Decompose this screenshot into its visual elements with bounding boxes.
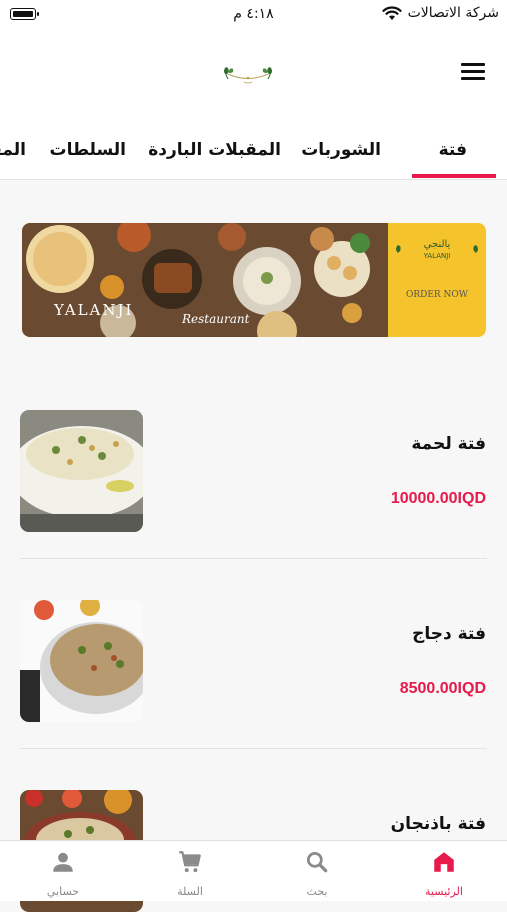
nav-home-label: الرئيسية: [425, 885, 463, 898]
cart-icon: [179, 851, 201, 873]
tab-hot-appetizers[interactable]: المقبلات الحارة: [0, 140, 26, 160]
yalanji-leaf-logo: [224, 67, 272, 84]
nav-search-label: بحث: [306, 885, 328, 898]
tab-salads[interactable]: السلطات: [50, 140, 126, 160]
nav-account-label: حسابي: [46, 885, 80, 898]
search-icon: [306, 851, 328, 873]
banner-logo-latin: YALANJI: [423, 252, 451, 260]
active-tab-indicator: [412, 174, 496, 178]
item-name: فتة لحمة: [411, 434, 486, 454]
nav-search[interactable]: بحث: [254, 841, 380, 901]
category-tabs: فتة الشوربات المقبلات الباردة السلطات ال…: [0, 116, 507, 180]
item-image: [20, 600, 143, 722]
banner-brand-sub: Restaurant: [181, 312, 250, 326]
menu-item[interactable]: فتة لحمة 10000.00IQD: [20, 410, 486, 532]
app-header: [0, 30, 507, 116]
nav-cart[interactable]: السلة: [127, 841, 253, 901]
status-bar: ٤:١٨ م شركة الاتصالات: [0, 0, 507, 30]
item-name: فتة دجاج: [412, 624, 486, 644]
home-icon: [434, 852, 454, 872]
promo-banner[interactable]: YALANJI Restaurant يالنجي YALANJI ORDER …: [22, 223, 486, 337]
item-price: 10000.00IQD: [390, 490, 486, 507]
tab-fatteh[interactable]: فتة: [439, 140, 467, 160]
banner-image: YALANJI Restaurant يالنجي YALANJI ORDER …: [22, 223, 486, 337]
banner-brand: YALANJI: [53, 301, 133, 319]
tab-cold-appetizers[interactable]: المقبلات الباردة: [148, 140, 281, 160]
tab-soups[interactable]: الشوربات: [301, 140, 381, 160]
item-price: 8500.00IQD: [399, 680, 486, 697]
nav-cart-label: السلة: [177, 885, 203, 898]
carrier-group: شركة الاتصالات: [381, 5, 499, 21]
hamburger-menu-icon[interactable]: [461, 61, 485, 81]
banner-order-now: ORDER NOW: [406, 290, 469, 300]
person-icon: [53, 852, 73, 872]
menu-item[interactable]: فتة دجاج 8500.00IQD: [20, 600, 486, 722]
wifi-icon: [381, 5, 402, 20]
nav-account[interactable]: حسابي: [0, 841, 126, 901]
bottom-navigation: الرئيسية بحث السلة حسابي: [0, 840, 507, 901]
item-name: فتة باذنجان: [390, 814, 486, 834]
item-divider: [20, 748, 487, 749]
nav-home[interactable]: الرئيسية: [381, 841, 507, 901]
banner-logo-arabic: يالنجي: [424, 239, 451, 250]
carrier-name: شركة الاتصالات: [407, 5, 499, 21]
item-image: [20, 410, 143, 532]
item-divider: [20, 558, 487, 559]
